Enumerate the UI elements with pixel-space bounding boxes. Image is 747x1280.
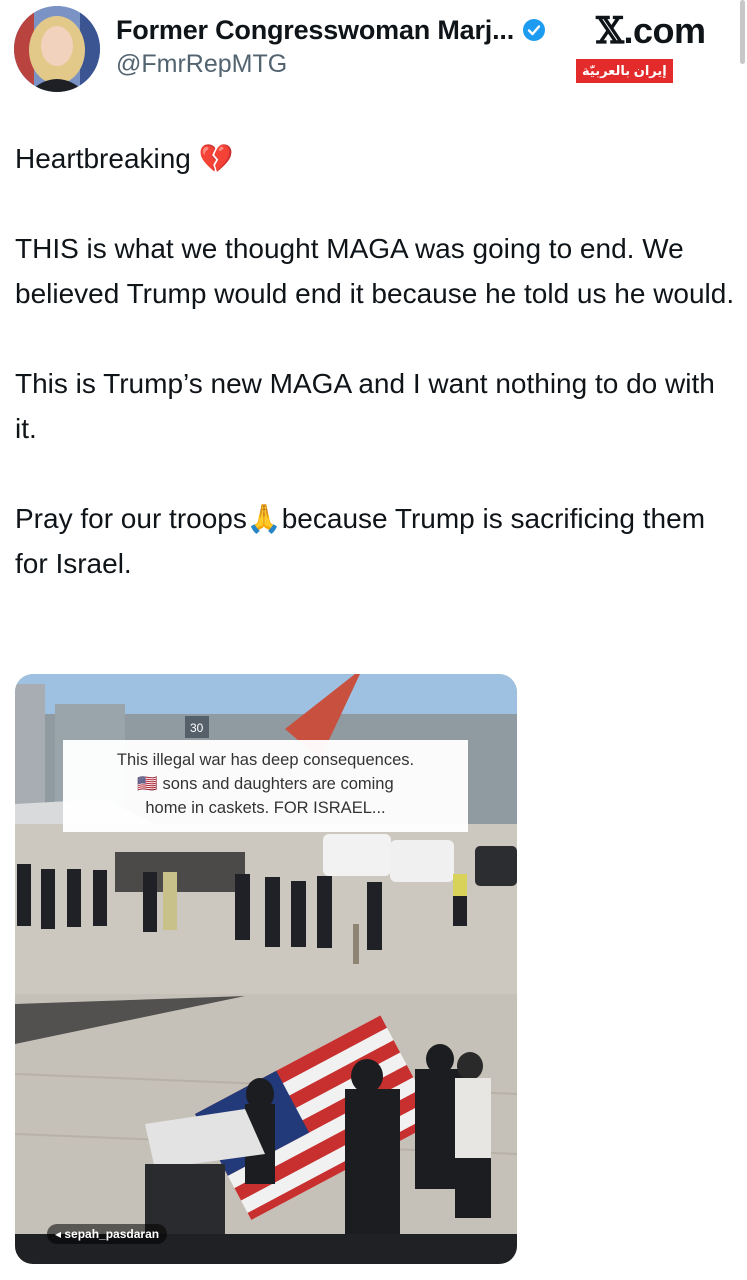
telegram-watermark: ◂ sepah_pasdaran xyxy=(47,1224,168,1244)
video-caption: This illegal war has deep consequences. … xyxy=(63,740,468,832)
tweet-media[interactable]: 30 This illegal war has deep consequence… xyxy=(15,674,517,1264)
tweet-paragraph-2: THIS is what we thought MAGA was going t… xyxy=(15,233,735,309)
caption-line-1: This illegal war has deep consequences. xyxy=(116,751,415,769)
scrollbar[interactable] xyxy=(740,0,745,64)
tweet-header: Former Congresswoman Marj... @FmrRepMTG … xyxy=(0,0,747,100)
tweet-paragraph-4: Pray for our troops🙏because Trump is sac… xyxy=(15,503,706,579)
next-item-peek xyxy=(0,1270,747,1280)
tweet-paragraph-3: This is Trump’s new MAGA and I want noth… xyxy=(15,368,715,444)
channel-badge: إيران بالعربيّة xyxy=(576,59,673,83)
handle[interactable]: @FmrRepMTG xyxy=(116,50,287,79)
tweet-text: Heartbreaking 💔 THIS is what we thought … xyxy=(15,136,735,586)
site-label: 𝕏.com xyxy=(596,10,706,52)
avatar[interactable] xyxy=(14,6,100,92)
display-name[interactable]: Former Congresswoman Marj... xyxy=(116,15,514,46)
channel-badge-text: إيران بالعربيّة xyxy=(576,59,673,83)
gate-sign: 30 xyxy=(190,721,204,735)
caption-line-3: home in caskets. FOR ISRAEL... xyxy=(145,799,386,817)
tweet-paragraph-1: Heartbreaking 💔 xyxy=(15,143,234,174)
caption-line-2: 🇺🇸 sons and daughters are coming xyxy=(137,775,394,793)
verified-badge-icon xyxy=(522,18,546,42)
